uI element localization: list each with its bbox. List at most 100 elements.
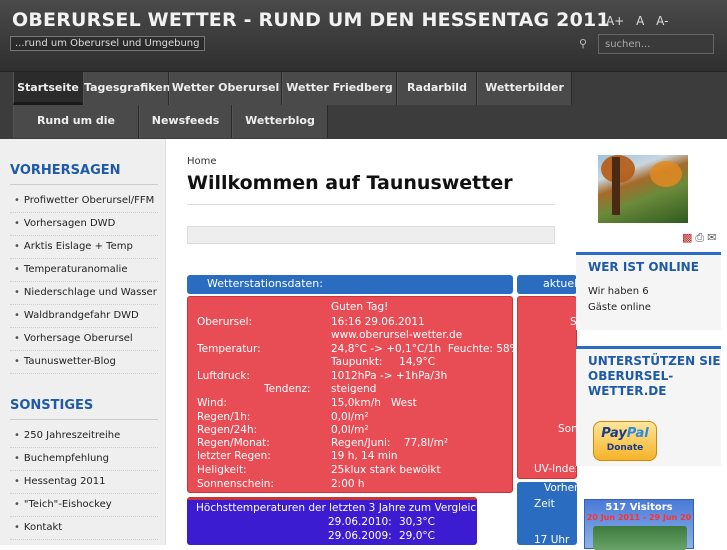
font-decrease-button[interactable]: A- [656,14,668,28]
pressure-value: 1012hPa -> +1hPa/3h [331,370,448,382]
nav-radarbild[interactable]: Radarbild [397,72,477,105]
rain-1h-value: 0,0l/m² [331,411,369,423]
forecast-header: Vorhersage nächste 24h: [544,482,577,494]
history-header: Höchsttemperaturen der letzten 3 Jahre z… [196,502,487,514]
title-divider [187,204,555,205]
history-value: 29,0°C [399,530,435,542]
sidebar-link[interactable]: • Temperaturanomalie [10,259,158,282]
visitor-dates: 20 Jun 2011 - 29 Jun 20 [586,513,692,522]
nav-startseite[interactable]: Startseite [13,72,83,105]
greeting-text: Guten Tag! [331,301,389,313]
sidebar-link[interactable]: • Arktis Eislage + Temp [10,236,158,259]
module-title: UNTERSTÜTZEN SIE OBERURSEL-WETTER.DE [588,354,721,398]
rain-24h-value: 0,0l/m² [331,424,369,436]
nav-row-2: Rund um die Station Newsfeeds Wetterblog [13,105,328,159]
pressure-label: Luftdruck: [197,370,250,382]
nav-wetter-oberursel[interactable]: Wetter Oberursel [169,72,282,105]
current-fragment: Son [558,423,577,435]
history-panel: Höchsttemperaturen der letzten 3 Jahre z… [187,497,486,545]
article-icons: ▩ ⎙ ✉ [679,231,716,245]
wind-label: Wind: [197,397,227,409]
nav-row-1: Startseite Tagesgrafiken Wetter Oberurse… [13,72,572,105]
sidebar-link[interactable]: • Vorhersage Oberursel [10,328,158,351]
sidebar-link[interactable]: • Hessentag 2011 [10,471,158,494]
wind-value: 15,0km/h West [331,397,417,409]
brightness-value: 25klux stark bewölkt [331,464,441,476]
nav-wetterblog[interactable]: Wetterblog [232,105,328,138]
nav-tagesgrafiken[interactable]: Tagesgrafiken [83,72,171,105]
dewpoint-value: Taupunkt: 14,9°C [331,356,436,368]
article-toolbar [187,226,555,244]
breadcrumb[interactable]: Home [187,156,217,167]
site-subtitle: ...rund um Oberursel und Umgebung [10,36,205,51]
print-icon[interactable]: ⎙ [695,231,704,244]
history-value: 30,3°C [399,516,435,528]
forecast-panel: Vorhersage nächste 24h: Zeit 17 Uhr [517,482,577,545]
visitor-counter[interactable]: 517 Visitors 20 Jun 2011 - 29 Jun 20 [584,499,694,550]
page-title: Willkommen auf Taunuswetter [187,172,513,194]
search-icon: ⚲ [579,37,588,50]
visitor-count: 517 Visitors [605,502,673,513]
left-sidebar: VORHERSAGEN • Profiwetter Oberursel/FFM •… [0,139,166,545]
rain-month-value: Regen/Juni: 77,8l/m² [331,437,449,449]
trend-value: steigend [331,383,377,395]
section-heading-vorhersagen: VORHERSAGEN [10,163,158,185]
online-guests: Gäste online [588,302,651,313]
sidebar-link[interactable]: • 250 Jahreszeitreihe [10,425,158,448]
support-module: UNTERSTÜTZEN SIE OBERURSEL-WETTER.DE Pay… [576,346,721,466]
station-data-header: Wetterstationsdaten: [187,275,513,294]
paypal-donate-button[interactable]: PayPal Donate [593,421,657,461]
temperature-label: Temperatur: [197,343,261,355]
current-data-panel: S Son UV-Index [517,296,577,479]
sidebar-link[interactable]: • Buchempfehlung [10,448,158,471]
sidebar-link[interactable]: • Waldbrandgefahr DWD [10,305,158,328]
main-content: Home Willkommen auf Taunuswetter Wetters… [167,139,727,550]
online-count: Wir haben 6 [588,286,649,297]
trend-label: Tendenz: [264,383,311,395]
nav-wetter-friedberg[interactable]: Wetter Friedberg [282,72,397,105]
visitor-map [593,526,687,550]
sonstiges-list: • 250 Jahreszeitreihe • Buchempfehlung • He… [10,425,158,540]
sunshine-label: Sonnenschein: [197,478,274,490]
sunshine-value: 2:00 h [331,478,365,490]
last-rain-label: letzter Regen: [197,450,271,462]
font-reset-button[interactable]: A [636,14,644,28]
font-size-controls: A+ A A- [606,14,676,28]
section-heading-sonstiges: SONSTIGES [10,398,158,420]
email-icon[interactable]: ✉ [707,231,716,244]
history-date: 29.06.2010: [328,516,392,528]
module-title: WER IST ONLINE [588,260,699,274]
main-navigation: Startseite Tagesgrafiken Wetter Oberurse… [0,72,727,159]
location-value: 16:16 29.06.2011 [331,316,425,328]
sidebar-link[interactable]: • Kontakt [10,517,158,540]
location-label: Oberursel: [197,316,253,328]
pdf-icon[interactable]: ▩ [682,231,692,244]
weather-photo[interactable] [598,155,688,223]
nav-newsfeeds[interactable]: Newsfeeds [139,105,232,138]
sidebar-link[interactable]: • Vorhersagen DWD [10,213,158,236]
nav-wetterbilder[interactable]: Wetterbilder [477,72,572,105]
sidebar-link[interactable]: • Profiwetter Oberursel/FFM [10,190,158,213]
font-increase-button[interactable]: A+ [606,14,624,28]
rain-24h-label: Regen/24h: [197,424,258,436]
forecast-time: 17 Uhr [534,534,570,545]
site-title: OBERURSEL WETTER - RUND UM DEN HESSENTAG… [12,9,610,31]
search-input[interactable] [598,34,714,54]
station-url[interactable]: www.oberursel-wetter.de [331,329,462,341]
nav-rund-um-die-station[interactable]: Rund um die Station [13,105,139,159]
vorhersagen-list: • Profiwetter Oberursel/FFM • Vorhersagen … [10,190,158,374]
sidebar-link[interactable]: • Taunuswetter-Blog [10,351,158,374]
photo-foliage [650,161,682,187]
site-header: OBERURSEL WETTER - RUND UM DEN HESSENTAG… [0,0,727,72]
who-is-online-module: WER IST ONLINE Wir haben 6 Gäste online [576,252,721,330]
sidebar-link[interactable]: • "Teich"-Eishockey [10,494,158,517]
temperature-value: 24,8°C -> +0,1°C/1h Feuchte: 58% [331,343,520,355]
rain-1h-label: Regen/1h: [197,411,251,423]
brightness-label: Heligkeit: [197,464,247,476]
history-date: 29.06.2009: [328,530,392,542]
sidebar-link[interactable]: • Niederschlage und Wasser [10,282,158,305]
uv-index-label: UV-Index [534,463,577,475]
paypal-logo: PayPal [601,426,649,441]
donate-label: Donate [606,443,644,453]
last-rain-value: 19 h, 14 min [331,450,398,462]
